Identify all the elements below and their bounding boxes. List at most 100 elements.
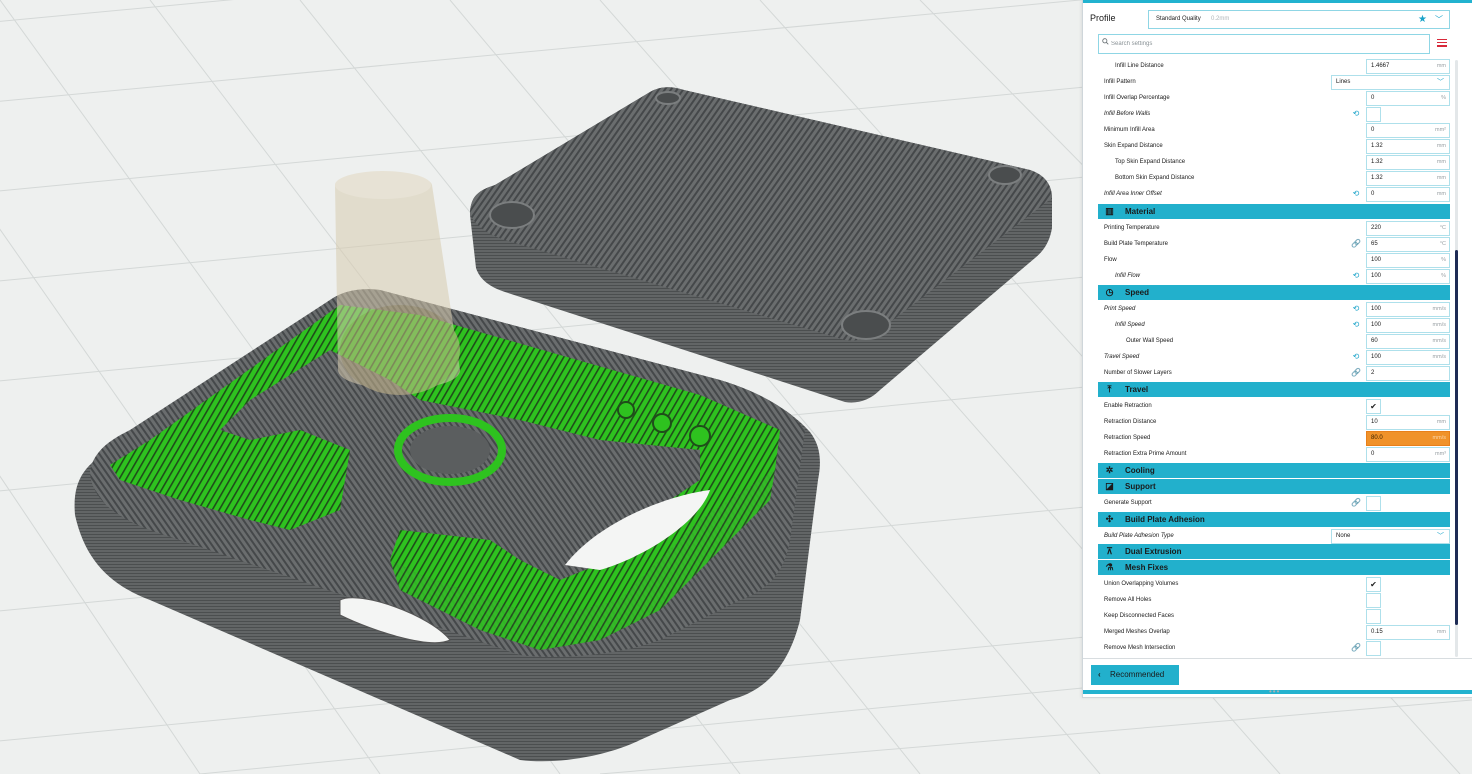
setting-infill-flow: Infill Flow ⟲ 100% — [1098, 268, 1450, 284]
setting-flow: Flow 100% — [1098, 252, 1450, 268]
link-icon[interactable]: 🔗 — [1351, 239, 1361, 249]
setting-min-infill-area: Minimum Infill Area 0 mm² — [1098, 122, 1450, 138]
top-skin-expand-field[interactable]: 1.32 mm — [1366, 155, 1450, 170]
reset-icon[interactable]: ⟲ — [1351, 271, 1361, 281]
infill-flow-field[interactable]: 100% — [1366, 269, 1450, 284]
field-value: 0 — [1371, 95, 1375, 101]
setting-outer-wall-speed: Outer Wall Speed 60 mm/s — [1098, 333, 1450, 349]
reset-icon[interactable]: ⟲ — [1351, 189, 1361, 199]
merged-overlap-field[interactable]: 0.15 mm — [1366, 625, 1450, 640]
retraction-speed-field[interactable]: 80.0 mm/s — [1366, 431, 1450, 446]
reset-icon[interactable]: ⟲ — [1351, 304, 1361, 314]
reset-icon[interactable]: ⟲ — [1351, 109, 1361, 119]
mesh-fixes-icon: ⚗ — [1105, 562, 1114, 572]
chevron-down-icon: ﹀ — [1437, 533, 1444, 540]
category-title: Build Plate Adhesion — [1125, 515, 1205, 524]
outer-wall-speed-field[interactable]: 60 mm/s — [1366, 334, 1450, 349]
union-overlapping-checkbox[interactable]: ✔ — [1366, 577, 1381, 592]
field-unit: % — [1441, 273, 1446, 279]
reset-icon[interactable]: ⟲ — [1351, 320, 1361, 330]
setting-label: Infill Overlap Percentage — [1104, 95, 1170, 101]
print-speed-field[interactable]: 100 mm/s — [1366, 302, 1450, 317]
scrollbar-thumb[interactable] — [1455, 250, 1458, 625]
setting-label: Infill Flow — [1115, 273, 1141, 279]
flow-field[interactable]: 100% — [1366, 253, 1450, 268]
category-speed[interactable]: ◷ Speed — [1098, 285, 1450, 300]
setting-label: Build Plate Temperature — [1104, 241, 1168, 247]
field-unit: mm — [1436, 419, 1446, 425]
remove-holes-checkbox[interactable] — [1366, 593, 1381, 608]
build-plate-temperature-field[interactable]: 65 °C — [1366, 237, 1450, 252]
setting-retraction-distance: Retraction Distance 10 mm — [1098, 414, 1450, 430]
setting-label: Infill Area Inner Offset — [1104, 191, 1162, 197]
settings-list[interactable]: Infill Line Distance 1.4667 mm Infill Pat… — [1098, 57, 1450, 657]
setting-label: Outer Wall Speed — [1126, 338, 1174, 344]
generate-support-checkbox[interactable] — [1366, 496, 1381, 511]
infill-line-distance-field[interactable]: 1.4667 mm — [1366, 59, 1450, 74]
profile-select[interactable]: Standard Quality 0.2mm ★ ﹀ — [1148, 10, 1450, 29]
category-travel[interactable]: ⤒ Travel — [1098, 382, 1450, 397]
slower-layers-field[interactable]: 2 — [1366, 366, 1450, 381]
category-support[interactable]: ◪ Support — [1098, 479, 1450, 494]
settings-menu-icon[interactable] — [1437, 37, 1447, 47]
skin-expand-field[interactable]: 1.32 mm — [1366, 139, 1450, 154]
category-dual-extrusion[interactable]: ⊼ Dual Extrusion — [1098, 544, 1450, 559]
dropdown-value: None — [1336, 533, 1351, 539]
setting-infill-area-inner-offset: Infill Area Inner Offset ⟲ 0 mm — [1098, 186, 1450, 202]
profile-label: Profile — [1090, 13, 1116, 23]
infill-speed-field[interactable]: 100 mm/s — [1366, 318, 1450, 333]
reset-icon[interactable]: ⟲ — [1351, 352, 1361, 362]
field-value: 220 — [1371, 225, 1382, 231]
setting-infill-before-walls: Infill Before Walls ⟲ — [1098, 106, 1450, 122]
printing-temperature-field[interactable]: 220 °C — [1366, 221, 1450, 236]
setting-printing-temperature: Printing Temperature 220 °C — [1098, 220, 1450, 236]
dropdown-value: Lines — [1336, 79, 1351, 85]
resize-handle-icon[interactable]: ••• — [1269, 688, 1280, 696]
category-cooling[interactable]: ✲ Cooling — [1098, 463, 1450, 478]
field-value: 0 — [1371, 191, 1375, 197]
chevron-down-icon[interactable]: ﹀ — [1435, 11, 1443, 28]
field-unit: mm — [1436, 175, 1446, 181]
category-build-plate-adhesion[interactable]: ✣ Build Plate Adhesion — [1098, 512, 1450, 527]
search-box[interactable] — [1098, 34, 1430, 54]
infill-overlap-field[interactable]: 0% — [1366, 91, 1450, 106]
infill-before-walls-checkbox[interactable] — [1366, 107, 1381, 122]
profile-row: Profile Standard Quality 0.2mm ★ ﹀ — [1083, 6, 1472, 32]
setting-label: Flow — [1104, 257, 1117, 263]
setting-infill-pattern: Infill Pattern Lines ﹀ — [1098, 74, 1450, 90]
bottom-skin-expand-field[interactable]: 1.32 mm — [1366, 171, 1450, 186]
category-mesh-fixes[interactable]: ⚗ Mesh Fixes — [1098, 560, 1450, 575]
infill-area-inner-offset-field[interactable]: 0 mm — [1366, 187, 1450, 202]
footer-divider — [1083, 658, 1472, 659]
field-unit: mm — [1436, 191, 1446, 197]
search-row — [1083, 34, 1472, 56]
category-material[interactable]: ▥ Material — [1098, 204, 1450, 219]
infill-pattern-dropdown[interactable]: Lines ﹀ — [1331, 75, 1450, 90]
travel-speed-field[interactable]: 100 mm/s — [1366, 350, 1450, 365]
search-input[interactable] — [1111, 37, 1411, 50]
min-infill-area-field[interactable]: 0 mm² — [1366, 123, 1450, 138]
field-unit: °C — [1439, 241, 1446, 247]
link-icon[interactable]: 🔗 — [1351, 643, 1361, 653]
retraction-distance-field[interactable]: 10 mm — [1366, 415, 1450, 430]
field-value: 60 — [1371, 338, 1378, 344]
field-unit: mm/s — [1432, 322, 1446, 328]
fan-icon: ✲ — [1105, 465, 1114, 475]
link-icon[interactable]: 🔗 — [1351, 498, 1361, 508]
field-value: 0.15 — [1371, 629, 1383, 635]
retraction-extra-prime-field[interactable]: 0 mm³ — [1366, 447, 1450, 462]
field-unit: mm/s — [1432, 435, 1446, 441]
recommended-button[interactable]: ‹ Recommended — [1091, 665, 1179, 685]
keep-disconnected-checkbox[interactable] — [1366, 609, 1381, 624]
enable-retraction-checkbox[interactable]: ✔ — [1366, 399, 1381, 414]
setting-travel-speed: Travel Speed ⟲ 100 mm/s — [1098, 349, 1450, 365]
adhesion-type-dropdown[interactable]: None ﹀ — [1331, 529, 1450, 544]
category-title: Material — [1125, 207, 1156, 216]
remove-mesh-intersection-checkbox[interactable] — [1366, 641, 1381, 656]
setting-label: Infill Line Distance — [1115, 63, 1164, 69]
field-value: 100 — [1371, 257, 1382, 263]
link-icon[interactable]: 🔗 — [1351, 368, 1361, 378]
star-icon[interactable]: ★ — [1418, 11, 1427, 28]
field-unit: mm — [1436, 143, 1446, 149]
setting-bottom-skin-expand: Bottom Skin Expand Distance 1.32 mm — [1098, 170, 1450, 186]
